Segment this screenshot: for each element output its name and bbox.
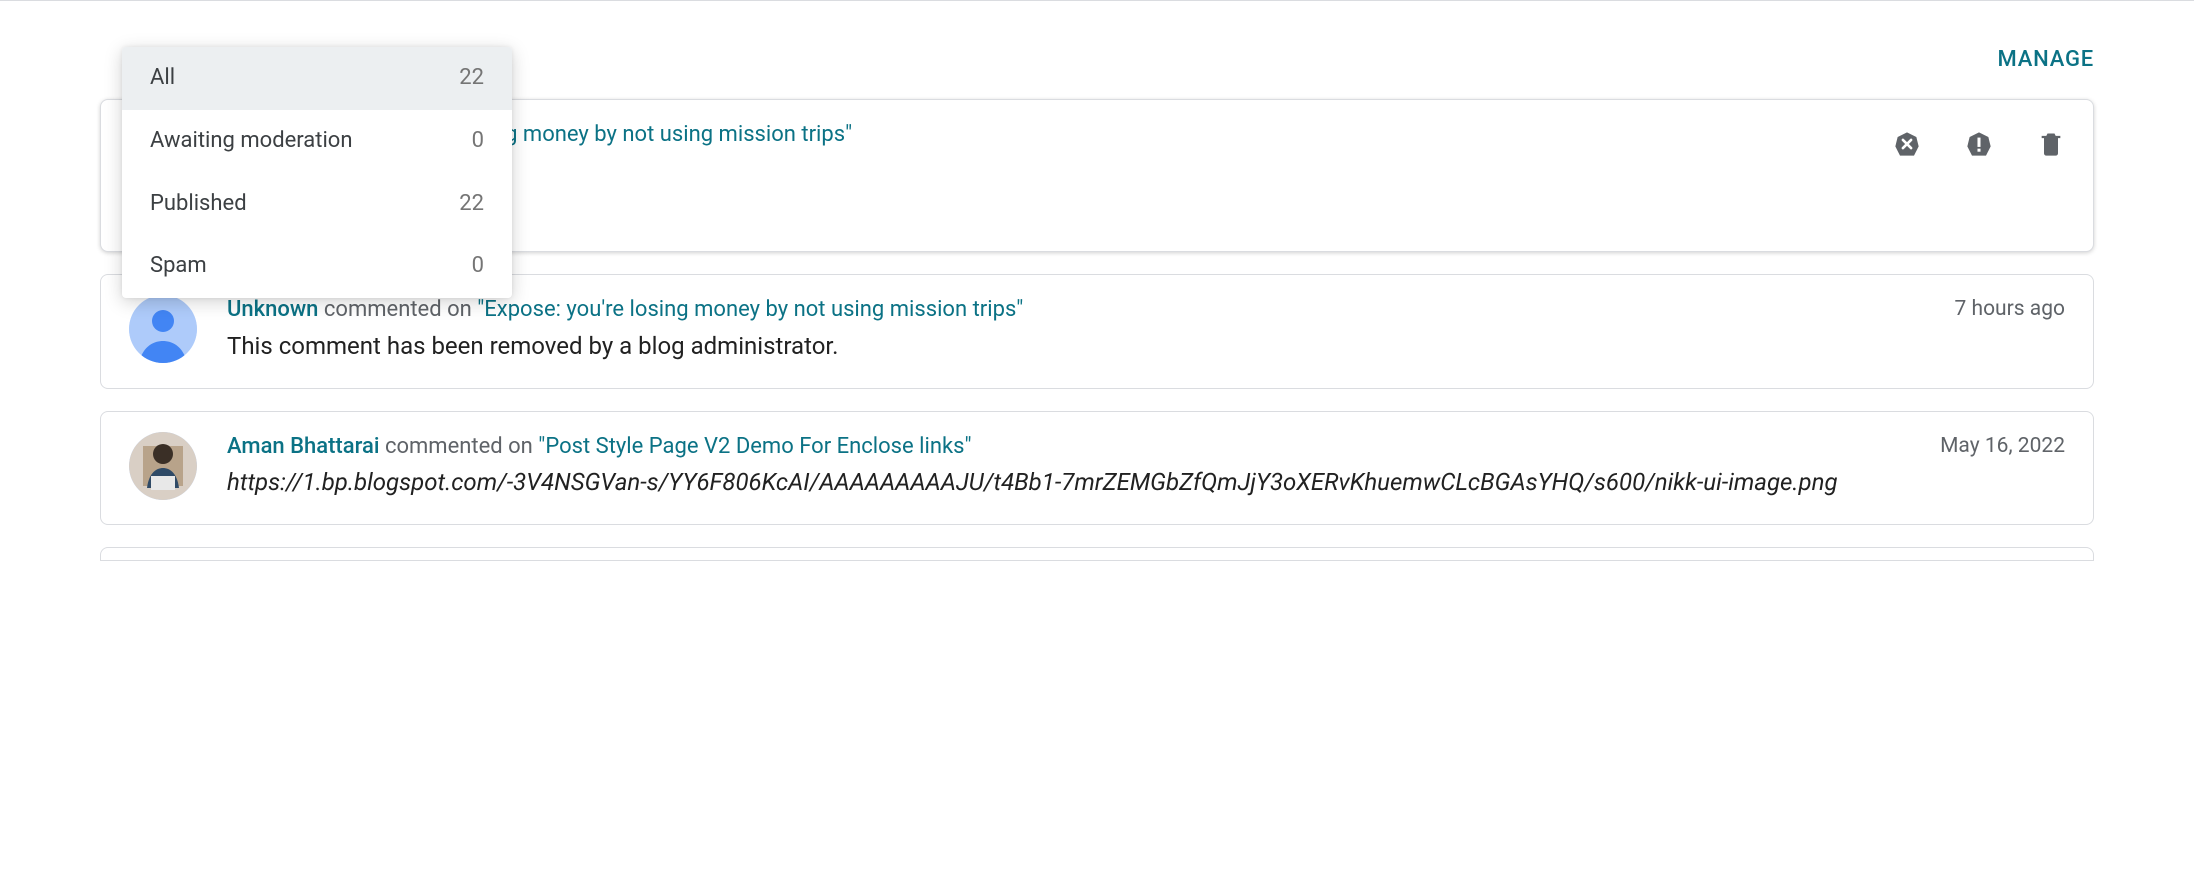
filter-option-all[interactable]: All 22	[122, 47, 512, 110]
filter-option-count: 22	[459, 189, 484, 220]
manage-button[interactable]: MANAGE	[1998, 45, 2094, 76]
comments-management-page: MANAGE All 22 Awaiting moderation 0 Publ…	[0, 0, 2194, 872]
filter-option-label: All	[150, 63, 175, 94]
commented-on-text: commented on	[318, 297, 477, 322]
filter-option-label: Spam	[150, 251, 207, 282]
comment-content: Aman Bhattarai commented on "Post Style …	[227, 432, 2065, 500]
comment-content: Unknown commented on "Expose: you're los…	[227, 295, 2065, 363]
comment-card[interactable]: Aman Bhattarai commented on "Post Style …	[100, 411, 2094, 525]
comment-card[interactable]	[100, 547, 2094, 561]
filter-option-count: 0	[472, 251, 484, 282]
comment-timestamp: May 16, 2022	[1940, 432, 2065, 461]
filter-option-spam[interactable]: Spam 0	[122, 235, 512, 298]
filter-option-label: Awaiting moderation	[150, 126, 353, 157]
post-title-link[interactable]: "Expose: you're losing money by not usin…	[477, 297, 1023, 322]
filter-option-count: 0	[472, 126, 484, 157]
commented-on-text: commented on	[379, 434, 538, 459]
comment-meta: Unknown commented on "Expose: you're los…	[227, 295, 2065, 326]
post-title-link[interactable]: "Post Style Page V2 Demo For Enclose lin…	[538, 434, 971, 459]
comment-body: This comment has been removed by a blog …	[227, 330, 2065, 364]
comment-author-link[interactable]: Unknown	[227, 297, 318, 322]
filter-option-count: 22	[459, 63, 484, 94]
spam-icon[interactable]	[1965, 130, 1993, 158]
filter-dropdown: All 22 Awaiting moderation 0 Published 2…	[122, 47, 512, 298]
filter-option-published[interactable]: Published 22	[122, 173, 512, 236]
comment-body: https://1.bp.blogspot.com/-3V4NSGVan-s/Y…	[227, 466, 2065, 500]
remove-content-icon[interactable]	[1893, 130, 1921, 158]
filter-option-label: Published	[150, 189, 247, 220]
comment-timestamp: 7 hours ago	[1955, 295, 2066, 324]
comment-meta: Aman Bhattarai commented on "Post Style …	[227, 432, 2065, 463]
avatar	[129, 432, 197, 500]
comment-author-link[interactable]: Aman Bhattarai	[227, 434, 379, 459]
filter-option-awaiting-moderation[interactable]: Awaiting moderation 0	[122, 110, 512, 173]
trash-icon[interactable]	[2037, 130, 2065, 158]
comment-actions	[1893, 130, 2065, 158]
avatar	[129, 295, 197, 363]
